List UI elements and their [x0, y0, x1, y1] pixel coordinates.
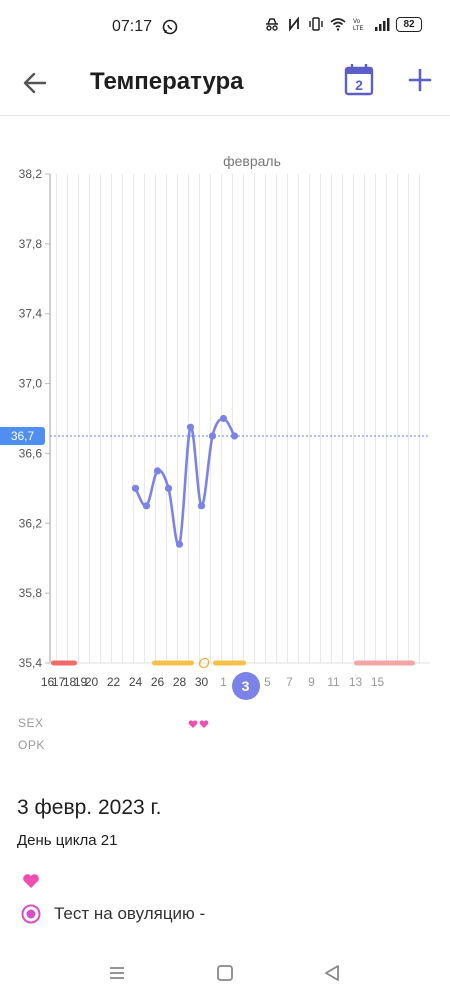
ovulation-test-label: Тест на овуляцию - — [54, 904, 206, 923]
incognito-icon — [266, 18, 278, 31]
month-label: февраль — [223, 153, 281, 169]
cover-line-badge: 36,7 — [0, 426, 45, 445]
fertile-bar — [152, 660, 194, 666]
y-tick-label: 37,0 — [19, 377, 43, 391]
cycle-day: День цикла 21 — [17, 832, 118, 849]
temperature-chart[interactable]: февраль 38,2 37,8 37,4 37,0 36,6 36,2 35,8 35,4… — [0, 140, 450, 700]
recent-apps-icon[interactable] — [108, 964, 126, 982]
status-bar: 07:17 Vo LTE 82 — [0, 0, 450, 56]
back-arrow-icon[interactable] — [20, 68, 50, 98]
svg-text:LTE: LTE — [353, 26, 364, 32]
opk-row-label: OPK — [18, 738, 45, 752]
y-tick-label: 35,8 — [19, 586, 43, 600]
x-tick-label: 5 — [264, 675, 271, 689]
x-tick-label: 11 — [327, 675, 340, 689]
selected-date: 3 февр. 2023 г. — [17, 796, 162, 819]
y-tick-label: 38,2 — [19, 167, 43, 181]
x-tick-label: 19 — [74, 675, 88, 689]
temperature-point — [219, 414, 228, 423]
temperature-point — [186, 423, 195, 431]
x-tick-label: 7 — [286, 675, 293, 689]
x-tick-label: 28 — [173, 675, 187, 689]
nfc-icon — [289, 16, 299, 32]
status-icons: Vo LTE 82 — [264, 16, 422, 32]
temperature-point — [175, 540, 184, 548]
system-back-icon[interactable] — [322, 963, 342, 983]
status-time: 07:17 — [112, 18, 153, 35]
sex-hearts-icon — [188, 720, 209, 728]
app-bar: Температура 2 — [0, 56, 450, 114]
selected-day-badge[interactable]: 3 — [231, 672, 260, 700]
ovulation-test-icon — [21, 904, 41, 924]
navigation-bar — [0, 950, 450, 1000]
calendar-day-number: 2 — [355, 77, 363, 93]
y-tick-label: 35,4 — [19, 656, 43, 670]
add-icon[interactable] — [404, 64, 436, 96]
x-tick-label: 9 — [308, 675, 315, 689]
y-tick-label: 36,6 — [19, 446, 43, 460]
temperature-point — [197, 502, 206, 510]
temperature-point — [208, 432, 217, 440]
x-tick-label: 15 — [371, 675, 385, 689]
x-tick-label: 17 — [52, 675, 66, 689]
wifi-icon — [330, 18, 346, 31]
y-tick-label: 37,4 — [19, 307, 43, 321]
temperature-line — [134, 417, 236, 547]
temperature-point — [142, 502, 151, 510]
x-tick-label: 13 — [349, 675, 363, 689]
x-tick-label: 24 — [129, 675, 143, 689]
chart-canvas: февраль 38,2 37,8 37,4 37,0 36,6 36,2 35,8 35,4… — [19, 153, 430, 689]
temperature-point — [164, 484, 173, 492]
x-tick-label: 26 — [151, 675, 165, 689]
battery-indicator: 82 — [396, 16, 422, 32]
heart-icon — [23, 874, 39, 888]
home-icon[interactable] — [216, 964, 234, 982]
signal-icon — [375, 18, 390, 31]
x-tick-label: 30 — [195, 675, 209, 689]
header-divider — [0, 115, 450, 116]
fertile-bar — [213, 660, 246, 666]
page-title: Температура — [90, 68, 244, 95]
svg-text:Vo: Vo — [353, 19, 361, 25]
period-bar — [51, 660, 77, 666]
x-tick-label: 22 — [107, 675, 121, 689]
temperature-point — [131, 484, 140, 492]
vibrate-icon — [309, 17, 323, 31]
ovulation-marker: O — [198, 655, 210, 672]
whatsapp-icon — [162, 19, 178, 35]
y-tick-label: 37,8 — [19, 237, 43, 251]
temperature-point — [230, 432, 239, 440]
y-tick-label: 36,2 — [19, 516, 43, 530]
x-tick-label: 1 — [220, 675, 227, 689]
period-bar-predicted — [354, 660, 415, 666]
sex-row-label: SEX — [18, 716, 44, 730]
calendar-button[interactable]: 2 — [344, 62, 374, 96]
volte-icon: VoLTE — [353, 19, 364, 32]
temperature-point — [153, 467, 162, 475]
